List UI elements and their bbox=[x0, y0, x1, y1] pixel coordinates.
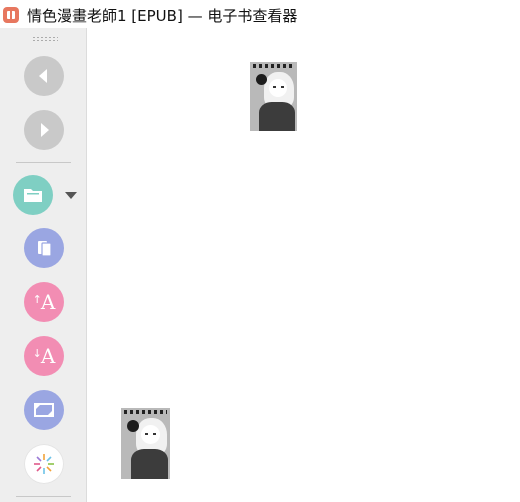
pages-icon bbox=[38, 241, 52, 257]
book-content-area[interactable] bbox=[88, 28, 520, 502]
font-glyph: A bbox=[40, 290, 56, 314]
fullscreen-button[interactable] bbox=[24, 390, 64, 430]
fullscreen-icon bbox=[34, 403, 54, 417]
toolbar-separator bbox=[16, 496, 71, 497]
title-bar: 情色漫畫老師1 [EPUB] — 电子书查看器 bbox=[0, 0, 520, 28]
back-button[interactable] bbox=[24, 56, 64, 96]
window-title: 情色漫畫老師1 [EPUB] — 电子书查看器 bbox=[27, 7, 298, 25]
page-view-button[interactable] bbox=[24, 228, 64, 268]
folder-icon bbox=[24, 189, 42, 202]
chevron-left-icon bbox=[39, 69, 47, 83]
font-smaller-button[interactable]: ↓ A bbox=[24, 336, 64, 376]
book-cover-image bbox=[121, 408, 170, 479]
chevron-right-icon bbox=[41, 123, 49, 137]
open-book-dropdown-arrow[interactable] bbox=[65, 192, 77, 199]
toolbar-drag-handle[interactable] bbox=[32, 36, 58, 42]
toolbar: ↑ A ↓ A bbox=[0, 28, 87, 502]
font-larger-button[interactable]: ↑ A bbox=[24, 282, 64, 322]
open-book-button[interactable] bbox=[13, 175, 53, 215]
font-glyph: A bbox=[40, 344, 56, 368]
book-cover-image bbox=[250, 62, 297, 131]
forward-button[interactable] bbox=[24, 110, 64, 150]
app-book-icon bbox=[3, 7, 19, 23]
controls-button[interactable] bbox=[24, 444, 64, 484]
sparkle-icon bbox=[34, 454, 54, 474]
toolbar-separator bbox=[16, 162, 71, 163]
